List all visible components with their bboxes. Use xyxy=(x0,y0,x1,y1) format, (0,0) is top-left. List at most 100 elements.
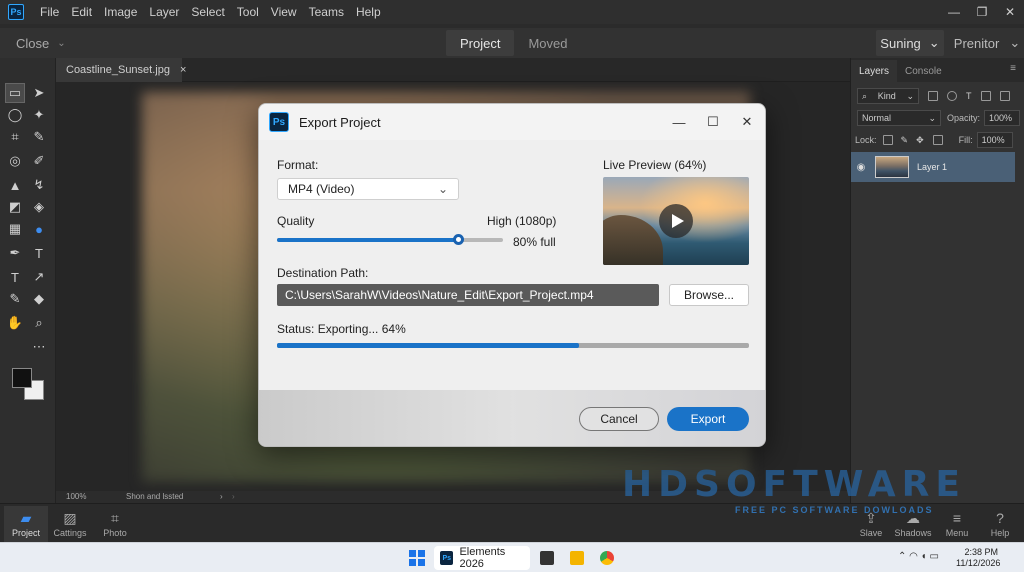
search-icon: ⌕ xyxy=(862,90,868,101)
menu-select[interactable]: Select xyxy=(185,5,230,19)
maximize-icon[interactable]: ☐ xyxy=(699,110,727,134)
bottom-menu-button[interactable]: ≡ Menu xyxy=(935,506,979,542)
system-tray-icons[interactable]: ⌃ ◠ ◖ ▭ xyxy=(898,551,939,562)
blend-mode-select[interactable]: Normal ⌄ xyxy=(857,110,941,126)
layer-row[interactable]: ◉ Layer 1 xyxy=(851,152,1015,182)
preview-label: Live Preview (64%) xyxy=(603,158,707,172)
menu-teams[interactable]: Teams xyxy=(303,5,350,19)
browse-button[interactable]: Browse... xyxy=(669,284,749,306)
chevron-down-icon[interactable]: ⌄ xyxy=(57,38,65,49)
minimize-button[interactable]: — xyxy=(940,0,968,24)
lock-all-icon[interactable] xyxy=(932,135,943,145)
destination-path-field[interactable]: C:\Users\SarahW\Videos\Nature_Edit\Expor… xyxy=(277,284,659,306)
more-tools-icon[interactable]: ⋯ xyxy=(30,338,48,356)
maximize-button[interactable]: ❐ xyxy=(968,0,996,24)
history-brush-icon[interactable]: ↯ xyxy=(30,176,48,194)
menu-image[interactable]: Image xyxy=(98,5,143,19)
healing-tool-icon[interactable]: ◎ xyxy=(6,152,24,170)
tab-console[interactable]: Console xyxy=(897,60,950,82)
terminal-icon[interactable] xyxy=(540,551,554,565)
tab-moved[interactable]: Moved xyxy=(514,30,581,56)
chevron-down-icon: ⌄ xyxy=(437,182,448,196)
dropper-icon[interactable]: ✎ xyxy=(6,290,24,308)
marquee-tool-icon[interactable]: ▭ xyxy=(5,83,25,103)
bottom-help-button[interactable]: ? Help xyxy=(978,506,1022,542)
document-tab[interactable]: Coastline_Sunset.jpg × xyxy=(56,58,186,82)
layers-panel: Layers Console ≡ ⌕ Kind ⌄ T Normal ⌄ Opa… xyxy=(850,58,1024,503)
menu-edit[interactable]: Edit xyxy=(65,5,98,19)
path-select-icon[interactable]: ↗ xyxy=(30,268,48,286)
taskbar-app-elements[interactable]: Ps Elements 2026 xyxy=(434,546,530,570)
adjustment-filter-icon[interactable] xyxy=(947,91,957,101)
lasso-tool-icon[interactable]: ◯ xyxy=(6,106,24,124)
shape-filter-icon[interactable] xyxy=(980,91,991,101)
fill-label: Fill: xyxy=(958,135,973,145)
crop-icon: ⌗ xyxy=(111,509,119,526)
quality-slider-handle[interactable] xyxy=(452,234,464,245)
clock[interactable]: 2:38 PM 11/12/2026 xyxy=(956,547,1000,569)
cancel-button[interactable]: Cancel xyxy=(579,407,659,431)
close-menu[interactable]: Close xyxy=(16,36,49,51)
minimize-icon[interactable]: — xyxy=(665,110,693,134)
type-tool-icon[interactable]: T xyxy=(30,244,48,262)
bottom-photo-label: Photo xyxy=(103,527,127,538)
gradient-tool-icon[interactable]: ▦ xyxy=(6,220,24,238)
bottom-cattings-button[interactable]: ▨ Cattings xyxy=(48,506,92,542)
pen-tool-icon[interactable]: ✒ xyxy=(6,244,24,262)
quality-percent: 80% full xyxy=(513,235,556,249)
lock-paint-icon[interactable]: ✎ xyxy=(901,135,909,146)
blur-tool-icon[interactable]: ● xyxy=(30,220,48,238)
lock-position-icon[interactable]: ✥ xyxy=(916,135,924,146)
lock-pixels-icon[interactable] xyxy=(882,135,893,145)
foreground-color-swatch[interactable] xyxy=(12,368,32,388)
close-window-button[interactable]: ✕ xyxy=(996,0,1024,24)
eyedropper-icon[interactable]: ✎ xyxy=(30,128,48,146)
menu-file[interactable]: File xyxy=(34,5,65,19)
chevron-right-icon[interactable]: › xyxy=(220,492,223,501)
export-button[interactable]: Export xyxy=(667,407,749,431)
clock-time: 2:38 PM xyxy=(964,547,998,557)
menu-tool[interactable]: Tool xyxy=(231,5,265,19)
layer-name: Layer 1 xyxy=(917,162,948,172)
windows-start-icon[interactable] xyxy=(409,550,425,566)
play-icon[interactable] xyxy=(659,204,693,238)
bottom-project-button[interactable]: ▰ Project xyxy=(4,506,48,542)
eye-icon[interactable]: ◉ xyxy=(851,162,871,173)
magic-wand-icon[interactable]: ✦ xyxy=(30,106,48,124)
live-preview[interactable] xyxy=(603,177,749,265)
menu-view[interactable]: View xyxy=(265,5,303,19)
menu-help[interactable]: Help xyxy=(350,5,387,19)
panel-menu-icon[interactable]: ≡ xyxy=(1010,63,1016,74)
bucket-tool-icon[interactable]: ◈ xyxy=(30,198,48,216)
bottom-photo-button[interactable]: ⌗ Photo xyxy=(93,506,137,542)
export-dialog: Ps Export Project — ☐ ✕ Format: MP4 (Vid… xyxy=(258,103,766,447)
chevron-right-icon[interactable]: › xyxy=(232,492,235,501)
fill-field[interactable]: 100% xyxy=(976,132,1013,148)
smart-object-filter-icon[interactable] xyxy=(999,91,1010,101)
hand-tool-icon[interactable]: ✋ xyxy=(6,314,24,332)
workspace-select[interactable]: Suning ⌄ xyxy=(876,30,944,56)
move-tool-icon[interactable]: ➤ xyxy=(30,84,48,102)
stamp-tool-icon[interactable]: ▲ xyxy=(6,176,24,194)
menu-layer[interactable]: Layer xyxy=(143,5,185,19)
chrome-icon[interactable] xyxy=(600,551,614,565)
format-select[interactable]: MP4 (Video) ⌄ xyxy=(277,178,459,200)
type-filter-icon[interactable]: T xyxy=(966,91,972,101)
close-icon[interactable]: × xyxy=(180,64,186,76)
file-explorer-icon[interactable] xyxy=(570,551,584,565)
tab-project[interactable]: Project xyxy=(446,30,515,56)
premier-select[interactable]: Prenitor ⌄ xyxy=(950,30,1024,56)
crop-tool-icon[interactable]: ⌗ xyxy=(6,128,24,146)
opacity-field[interactable]: 100% xyxy=(984,110,1021,126)
kind-filter-select[interactable]: ⌕ Kind ⌄ xyxy=(857,88,919,104)
eraser-tool-icon[interactable]: ◩ xyxy=(6,198,24,216)
3d-tool-icon[interactable]: ◆ xyxy=(30,290,48,308)
bottom-help-label: Help xyxy=(990,527,1010,538)
pixel-filter-icon[interactable] xyxy=(928,91,938,101)
brush-tool-icon[interactable]: ✐ xyxy=(30,152,48,170)
close-icon[interactable]: ✕ xyxy=(733,110,761,134)
quality-slider[interactable] xyxy=(277,234,503,245)
tab-layers[interactable]: Layers xyxy=(851,60,898,82)
text-tool-icon[interactable]: T xyxy=(6,268,24,286)
zoom-tool-icon[interactable]: ⌕ xyxy=(30,314,48,332)
